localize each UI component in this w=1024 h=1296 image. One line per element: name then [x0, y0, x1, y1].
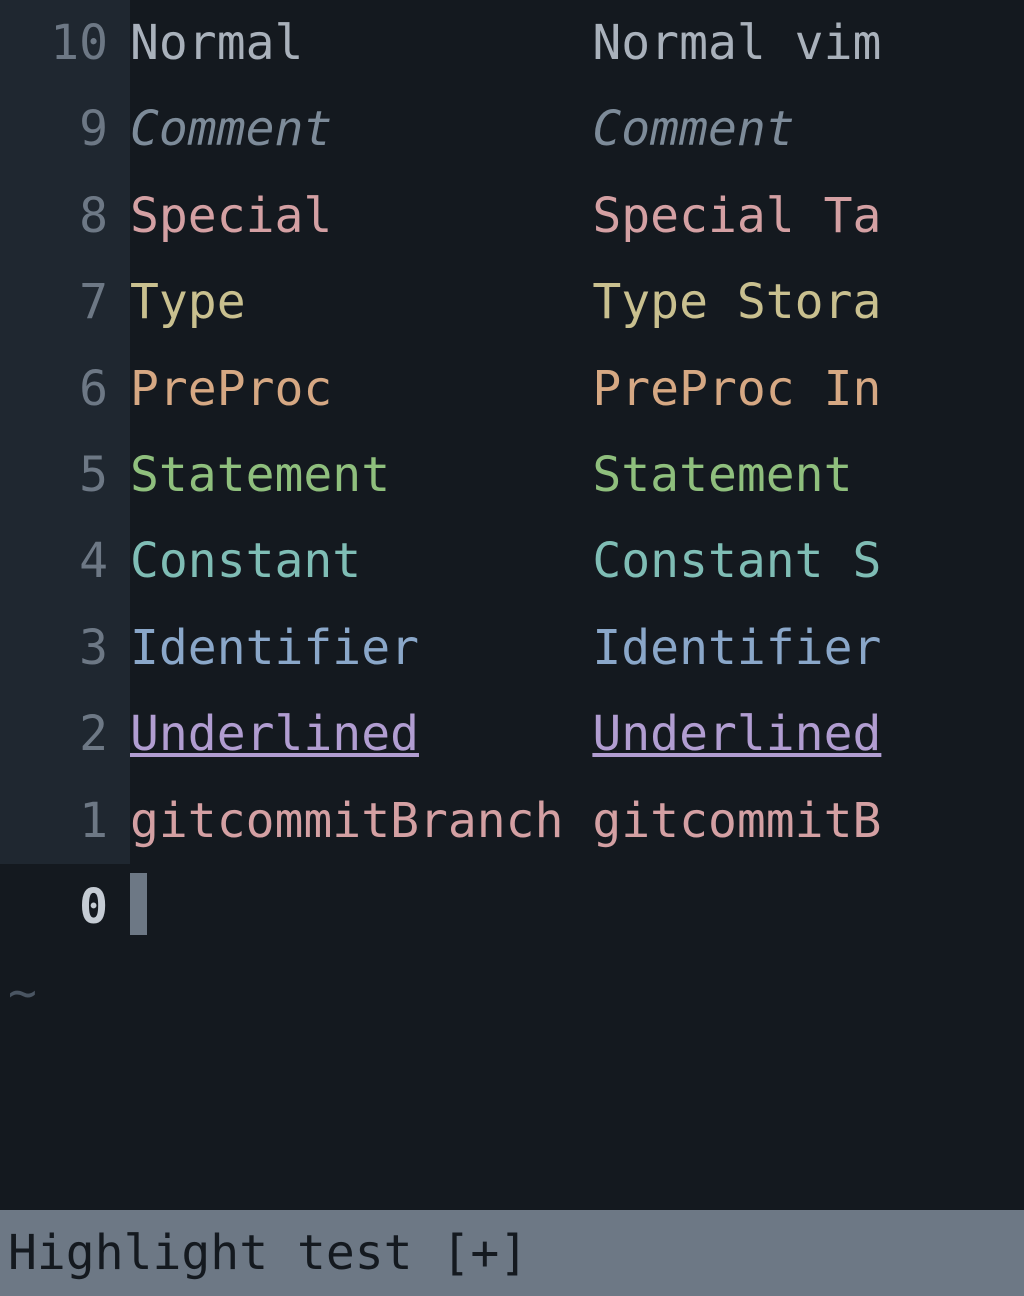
line-number: 10 — [0, 0, 130, 86]
highlight-name: Statement — [130, 432, 592, 518]
highlight-name: Constant — [130, 518, 592, 604]
tilde-marker: ~ — [0, 950, 37, 1036]
code-line[interactable]: 6PreProcPreProc In — [0, 346, 1024, 432]
highlight-name: Underlined — [130, 691, 592, 777]
code-cell[interactable] — [130, 864, 1024, 950]
code-line[interactable]: 1gitcommitBranchgitcommitB — [0, 778, 1024, 864]
highlight-sample: PreProc In — [592, 346, 881, 432]
status-bar: Highlight test [+] — [0, 1210, 1024, 1296]
code-cell[interactable]: StatementStatement — [130, 432, 1024, 518]
code-cell[interactable]: SpecialSpecial Ta — [130, 173, 1024, 259]
code-line[interactable]: 7TypeType Stora — [0, 259, 1024, 345]
line-number: 1 — [0, 778, 130, 864]
code-cell[interactable]: ConstantConstant S — [130, 518, 1024, 604]
code-line[interactable]: 9CommentComment — [0, 86, 1024, 172]
highlight-sample: Underlined — [592, 691, 881, 777]
highlight-sample: gitcommitB — [592, 778, 881, 864]
highlight-sample: Special Ta — [592, 173, 881, 259]
highlight-name: Comment — [130, 86, 592, 172]
highlight-sample: Type Stora — [592, 259, 881, 345]
empty-line: ~ — [0, 950, 1024, 1036]
highlight-name: gitcommitBranch — [130, 778, 592, 864]
highlight-sample: Normal vim — [592, 0, 881, 86]
editor-content[interactable]: 10NormalNormal vim9CommentComment8Specia… — [0, 0, 1024, 1210]
line-number: 7 — [0, 259, 130, 345]
highlight-name: Identifier — [130, 605, 592, 691]
line-number-current: 0 — [0, 864, 130, 950]
code-cell[interactable]: PreProcPreProc In — [130, 346, 1024, 432]
highlight-name: Type — [130, 259, 592, 345]
highlight-name: PreProc — [130, 346, 592, 432]
code-line[interactable]: 5StatementStatement — [0, 432, 1024, 518]
highlight-sample: Constant S — [592, 518, 881, 604]
code-cell[interactable]: gitcommitBranchgitcommitB — [130, 778, 1024, 864]
highlight-sample: Comment — [592, 86, 794, 172]
line-number: 9 — [0, 86, 130, 172]
code-line[interactable]: 3IdentifierIdentifier — [0, 605, 1024, 691]
highlight-sample: Statement — [592, 432, 881, 518]
code-line[interactable]: 8SpecialSpecial Ta — [0, 173, 1024, 259]
code-line[interactable]: 2UnderlinedUnderlined — [0, 691, 1024, 777]
code-cell[interactable]: IdentifierIdentifier — [130, 605, 1024, 691]
code-cell[interactable]: NormalNormal vim — [130, 0, 1024, 86]
code-line[interactable]: 4ConstantConstant S — [0, 518, 1024, 604]
highlight-name: Special — [130, 173, 592, 259]
code-cell[interactable]: UnderlinedUnderlined — [130, 691, 1024, 777]
current-line[interactable]: 0 — [0, 864, 1024, 950]
highlight-name: Normal — [130, 0, 592, 86]
editor-window: 10NormalNormal vim9CommentComment8Specia… — [0, 0, 1024, 1296]
highlight-sample: Identifier — [592, 605, 881, 691]
line-number: 2 — [0, 691, 130, 777]
line-number: 3 — [0, 605, 130, 691]
code-cell[interactable]: CommentComment — [130, 86, 1024, 172]
line-number: 4 — [0, 518, 130, 604]
line-number: 5 — [0, 432, 130, 518]
code-cell[interactable]: TypeType Stora — [130, 259, 1024, 345]
line-number: 6 — [0, 346, 130, 432]
code-line[interactable]: 10NormalNormal vim — [0, 0, 1024, 86]
line-number: 8 — [0, 173, 130, 259]
cursor — [130, 873, 147, 935]
status-text: Highlight test [+] — [8, 1210, 528, 1296]
